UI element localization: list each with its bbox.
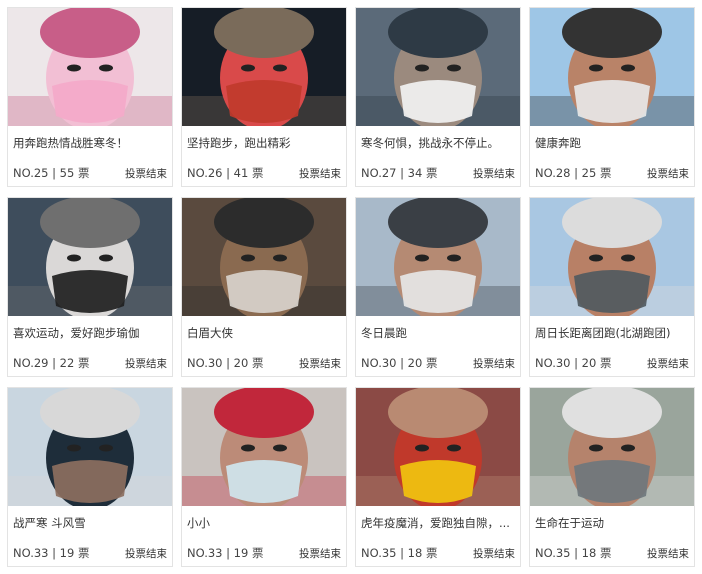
- vote-status: 投票结束: [299, 358, 341, 370]
- vote-status: 投票结束: [473, 548, 515, 560]
- entry-photo[interactable]: [182, 198, 346, 316]
- entry-number-votes: NO.30 | 20 票: [535, 356, 612, 370]
- vote-status: 投票结束: [473, 168, 515, 180]
- vote-status: 投票结束: [647, 548, 689, 560]
- vote-status: 投票结束: [299, 168, 341, 180]
- entry-number-votes: NO.35 | 18 票: [361, 546, 438, 560]
- vote-status: 投票结束: [647, 168, 689, 180]
- entry-card[interactable]: 用奔跑热情战胜寒冬！ NO.25 | 55 票 投票结束: [7, 7, 173, 187]
- entry-card[interactable]: 小小 NO.33 | 19 票 投票结束: [181, 387, 347, 567]
- entry-card[interactable]: 坚持跑步，跑出精彩 NO.26 | 41 票 投票结束: [181, 7, 347, 187]
- entry-number-votes: NO.30 | 20 票: [187, 356, 264, 370]
- entry-number-votes: NO.33 | 19 票: [13, 546, 90, 560]
- entry-card[interactable]: 冬日晨跑 NO.30 | 20 票 投票结束: [355, 197, 521, 377]
- entry-title[interactable]: 白眉大侠: [187, 325, 342, 341]
- entry-title[interactable]: 寒冬何惧，挑战永不停止。: [361, 135, 516, 151]
- entry-number-votes: NO.26 | 41 票: [187, 166, 264, 180]
- entry-title[interactable]: 冬日晨跑: [361, 325, 516, 341]
- entry-number-votes: NO.35 | 18 票: [535, 546, 612, 560]
- vote-status: 投票结束: [299, 548, 341, 560]
- entry-title[interactable]: 战严寒 斗风雪: [13, 515, 168, 531]
- entry-title[interactable]: 小小: [187, 515, 342, 531]
- vote-status: 投票结束: [473, 358, 515, 370]
- entry-photo[interactable]: [356, 198, 520, 316]
- entry-title[interactable]: 生命在于运动: [535, 515, 690, 531]
- entry-title[interactable]: 虎年疫魔消，爱跑独自隙，...: [361, 515, 516, 531]
- entry-photo[interactable]: [356, 388, 520, 506]
- entry-number-votes: NO.28 | 25 票: [535, 166, 612, 180]
- entry-card[interactable]: 白眉大侠 NO.30 | 20 票 投票结束: [181, 197, 347, 377]
- entry-photo[interactable]: [8, 198, 172, 316]
- entry-number-votes: NO.30 | 20 票: [361, 356, 438, 370]
- entry-card[interactable]: 虎年疫魔消，爱跑独自隙，... NO.35 | 18 票 投票结束: [355, 387, 521, 567]
- entry-card[interactable]: 健康奔跑 NO.28 | 25 票 投票结束: [529, 7, 695, 187]
- entry-title[interactable]: 用奔跑热情战胜寒冬！: [13, 135, 168, 151]
- entry-number-votes: NO.27 | 34 票: [361, 166, 438, 180]
- entry-photo[interactable]: [8, 8, 172, 126]
- entry-card[interactable]: 寒冬何惧，挑战永不停止。 NO.27 | 34 票 投票结束: [355, 7, 521, 187]
- entry-photo[interactable]: [182, 388, 346, 506]
- entry-title[interactable]: 周日长距离团跑(北湖跑团): [535, 325, 690, 341]
- entry-card[interactable]: 周日长距离团跑(北湖跑团) NO.30 | 20 票 投票结束: [529, 197, 695, 377]
- entry-number-votes: NO.29 | 22 票: [13, 356, 90, 370]
- vote-status: 投票结束: [647, 358, 689, 370]
- entry-card[interactable]: 生命在于运动 NO.35 | 18 票 投票结束: [529, 387, 695, 567]
- entry-card[interactable]: 战严寒 斗风雪 NO.33 | 19 票 投票结束: [7, 387, 173, 567]
- entry-number-votes: NO.25 | 55 票: [13, 166, 90, 180]
- entry-card[interactable]: 喜欢运动，爱好跑步瑜伽 NO.29 | 22 票 投票结束: [7, 197, 173, 377]
- entry-photo[interactable]: [530, 198, 694, 316]
- vote-status: 投票结束: [125, 168, 167, 180]
- vote-status: 投票结束: [125, 548, 167, 560]
- entry-grid: 用奔跑热情战胜寒冬！ NO.25 | 55 票投票结束 坚持跑步，跑出精彩 NO.26…: [0, 0, 702, 574]
- entry-photo[interactable]: [530, 388, 694, 506]
- entry-title[interactable]: 喜欢运动，爱好跑步瑜伽: [13, 325, 168, 341]
- entry-photo[interactable]: [8, 388, 172, 506]
- entry-title[interactable]: 坚持跑步，跑出精彩: [187, 135, 342, 151]
- entry-title[interactable]: 健康奔跑: [535, 135, 690, 151]
- entry-number-votes: NO.33 | 19 票: [187, 546, 264, 560]
- entry-photo[interactable]: [182, 8, 346, 126]
- entry-photo[interactable]: [356, 8, 520, 126]
- vote-status: 投票结束: [125, 358, 167, 370]
- entry-photo[interactable]: [530, 8, 694, 126]
